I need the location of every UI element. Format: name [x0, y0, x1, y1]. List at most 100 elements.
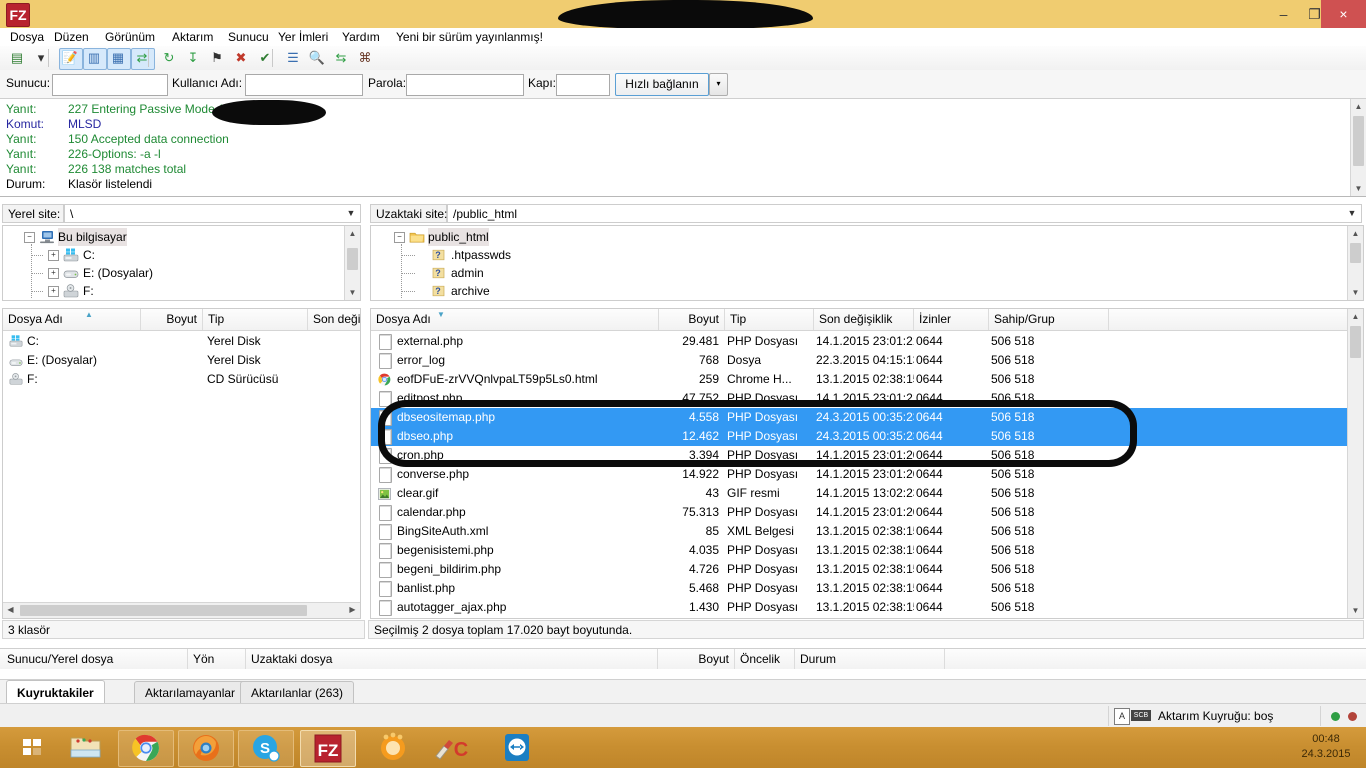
local-file-list-hscrollbar[interactable]: ◀ ▶ — [3, 602, 360, 618]
menu-item-sunucu[interactable]: Sunucu — [222, 28, 275, 46]
teamviewer-icon[interactable] — [490, 730, 544, 765]
chrome-icon[interactable] — [118, 730, 174, 767]
skype-icon[interactable]: S — [238, 730, 294, 767]
remote-site-path[interactable]: /public_html — [447, 204, 1362, 223]
scroll-thumb[interactable] — [1350, 326, 1361, 358]
column-header-modified[interactable]: Son değişiklik — [814, 309, 914, 330]
refresh-icon[interactable]: ↻ — [160, 49, 178, 67]
username-input[interactable] — [245, 74, 363, 96]
local-file-list[interactable]: Dosya Adı Boyut Tip Son değişi ▲ C: Yere… — [2, 308, 361, 619]
scroll-down-icon[interactable]: ▼ — [1348, 603, 1363, 618]
scroll-up-icon[interactable]: ▲ — [1348, 226, 1363, 241]
menu-item-aktarim[interactable]: Aktarım — [166, 28, 219, 46]
quick-connect-button[interactable]: Hızlı bağlanın — [615, 73, 709, 96]
table-row[interactable]: cron.php 3.394 PHP Dosyası 14.1.2015 23:… — [371, 446, 1348, 465]
message-log[interactable]: Yanıt: 227 Entering Passive Mode ( Komut… — [0, 99, 1366, 197]
toggle-local-tree-icon[interactable]: ▥ — [85, 49, 103, 67]
utorrent-icon[interactable] — [366, 730, 420, 765]
toggle-message-log-icon[interactable]: 📝 — [61, 49, 79, 67]
menu-item-yer-imleri[interactable]: Yer İmleri — [272, 28, 334, 46]
process-queue-icon[interactable]: ↧ — [184, 49, 202, 67]
table-row[interactable]: error_log 768 Dosya 22.3.2015 04:15:13 0… — [371, 351, 1348, 370]
local-directory-tree[interactable]: − Bu bilgisayar + C: + E: (Dosyalar) + F… — [2, 225, 361, 301]
table-row[interactable]: dbseo.php 12.462 PHP Dosyası 24.3.2015 0… — [371, 427, 1348, 446]
local-tree-scrollbar[interactable]: ▲ ▼ — [344, 226, 360, 300]
table-row[interactable]: F: CD Sürücüsü — [3, 370, 360, 389]
search-remote-files-icon[interactable]: ⌘ — [356, 49, 374, 67]
table-row[interactable]: C: Yerel Disk — [3, 332, 360, 351]
column-header-permissions[interactable]: İzinler — [914, 309, 989, 330]
queue-column-size[interactable]: Boyut — [658, 649, 735, 670]
scroll-thumb[interactable] — [1350, 243, 1361, 263]
password-input[interactable] — [406, 74, 524, 96]
table-row[interactable]: external.php 29.481 PHP Dosyası 14.1.201… — [371, 332, 1348, 351]
queue-column-local-file[interactable]: Sunucu/Yerel dosya — [2, 649, 188, 670]
expand-toggle-icon[interactable]: + — [48, 250, 59, 261]
table-row[interactable]: begeni_bildirim.php 4.726 PHP Dosyası 13… — [371, 560, 1348, 579]
local-site-path[interactable]: \ — [64, 204, 361, 223]
expand-toggle-icon[interactable]: − — [24, 232, 35, 243]
log-scrollbar[interactable]: ▲ ▼ — [1350, 99, 1366, 196]
scroll-down-icon[interactable]: ▼ — [345, 285, 360, 300]
remote-tree-scrollbar[interactable]: ▲ ▼ — [1347, 226, 1363, 300]
scroll-down-icon[interactable]: ▼ — [1348, 285, 1363, 300]
ccleaner-icon[interactable]: C — [424, 730, 478, 765]
table-row[interactable]: dbseositemap.php 4.558 PHP Dosyası 24.3.… — [371, 408, 1348, 427]
remote-directory-tree[interactable]: − public_html ? .htpasswds ? admin ? arc… — [370, 225, 1364, 301]
tab-failed-transfers[interactable]: Aktarılamayanlar — [134, 681, 247, 703]
column-header-owner[interactable]: Sahip/Grup — [989, 309, 1109, 330]
table-row[interactable]: E: (Dosyalar) Yerel Disk — [3, 351, 360, 370]
table-row[interactable]: BingSiteAuth.xml 85 XML Belgesi 13.1.201… — [371, 522, 1348, 541]
column-header-size[interactable]: Boyut — [141, 309, 203, 330]
scroll-thumb[interactable] — [1353, 116, 1364, 166]
table-row[interactable]: banlist.php 5.468 PHP Dosyası 13.1.2015 … — [371, 579, 1348, 598]
toggle-remote-tree-icon[interactable]: ▦ — [109, 49, 127, 67]
queue-column-status[interactable]: Durum — [795, 649, 945, 670]
expand-toggle-icon[interactable]: + — [48, 268, 59, 279]
reconnect-icon[interactable]: ✔ — [256, 49, 274, 67]
cancel-operation-icon[interactable]: ⚑ — [208, 49, 226, 67]
scroll-up-icon[interactable]: ▲ — [1351, 99, 1366, 114]
remote-site-chevron-down-icon[interactable]: ▼ — [1344, 204, 1360, 223]
menu-item-yardim[interactable]: Yardım — [336, 28, 386, 46]
transfer-queue-list[interactable] — [0, 669, 1366, 679]
filezilla-icon[interactable]: FZ — [300, 730, 356, 767]
directory-sync-icon[interactable]: ⇆ — [332, 49, 350, 67]
table-row[interactable]: converse.php 14.922 PHP Dosyası 14.1.201… — [371, 465, 1348, 484]
toggle-transfer-queue-icon[interactable]: ⇄ — [133, 49, 151, 67]
scroll-thumb[interactable] — [20, 605, 307, 616]
clock[interactable]: 00:48 24.3.2015 — [1292, 732, 1360, 762]
expand-toggle-icon[interactable]: + — [48, 286, 59, 297]
scroll-down-icon[interactable]: ▼ — [1351, 181, 1366, 196]
site-manager-icon[interactable]: ▤ — [8, 49, 26, 67]
scroll-thumb[interactable] — [347, 248, 358, 270]
port-input[interactable] — [556, 74, 610, 96]
table-row[interactable]: editpost.php 47.752 PHP Dosyası 14.1.201… — [371, 389, 1348, 408]
host-input[interactable] — [52, 74, 168, 96]
scroll-right-icon[interactable]: ▶ — [345, 603, 360, 618]
table-row[interactable]: begenisistemi.php 4.035 PHP Dosyası 13.1… — [371, 541, 1348, 560]
column-header-size[interactable]: Boyut — [659, 309, 725, 330]
menu-item-gorunum[interactable]: Görünüm — [99, 28, 161, 46]
queue-column-priority[interactable]: Öncelik — [735, 649, 795, 670]
filter-icon[interactable]: ☰ — [284, 49, 302, 67]
table-row[interactable]: calendar.php 75.313 PHP Dosyası 14.1.201… — [371, 503, 1348, 522]
table-row[interactable]: clear.gif 43 GIF resmi 14.1.2015 13:02:2… — [371, 484, 1348, 503]
scroll-left-icon[interactable]: ◀ — [3, 603, 18, 618]
quick-connect-history-dropdown-icon[interactable]: ▾ — [709, 73, 728, 96]
column-header-type[interactable]: Tip — [725, 309, 814, 330]
table-row[interactable]: autotagger_ajax.php 1.430 PHP Dosyası 13… — [371, 598, 1348, 617]
site-manager-dropdown-icon[interactable]: ▾ — [32, 49, 50, 67]
queue-column-remote-file[interactable]: Uzaktaki dosya — [246, 649, 658, 670]
close-button[interactable]: × — [1321, 0, 1366, 28]
menu-item-new-version-notice[interactable]: Yeni bir sürüm yayınlanmış! — [390, 28, 549, 46]
queue-column-direction[interactable]: Yön — [188, 649, 246, 670]
column-header-name[interactable]: Dosya Adı — [371, 309, 659, 330]
remote-file-list-scrollbar[interactable]: ▲ ▼ — [1347, 309, 1363, 618]
compare-directories-icon[interactable]: 🔍 — [308, 49, 326, 67]
start-button[interactable] — [6, 730, 60, 765]
local-site-chevron-down-icon[interactable]: ▼ — [343, 204, 359, 223]
disconnect-icon[interactable]: ✖ — [232, 49, 250, 67]
file-explorer-icon[interactable] — [58, 730, 112, 765]
expand-toggle-icon[interactable]: − — [394, 232, 405, 243]
